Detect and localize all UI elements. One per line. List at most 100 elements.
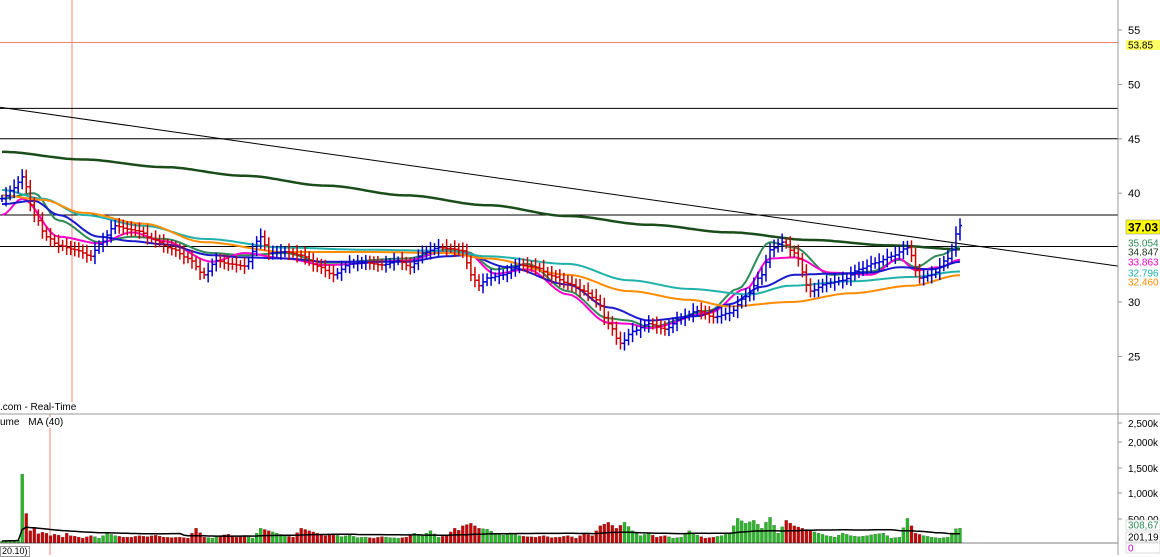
price-bar bbox=[553, 270, 558, 283]
price-bar bbox=[634, 325, 639, 336]
volume-bar bbox=[824, 535, 829, 544]
volume-bar bbox=[384, 536, 388, 544]
volume-bar bbox=[162, 536, 166, 544]
volume-bar bbox=[533, 536, 538, 544]
volume-bar bbox=[81, 537, 85, 544]
volume-bar bbox=[780, 526, 784, 544]
volume-bar bbox=[331, 533, 336, 544]
volume-bar bbox=[639, 535, 643, 544]
volume-tick-label: 1,000k bbox=[1128, 489, 1159, 500]
volume-bar bbox=[820, 534, 825, 544]
volume-bar bbox=[343, 535, 348, 544]
stock-chart[interactable]: 55504540302553.8537.0335.05434.84733.863… bbox=[0, 0, 1160, 555]
price-bar bbox=[40, 212, 45, 239]
volume-bar bbox=[667, 536, 671, 544]
volume-bar bbox=[234, 536, 239, 544]
volume-bar bbox=[73, 535, 77, 544]
price-bar bbox=[72, 241, 77, 257]
volume-bar bbox=[145, 536, 150, 544]
moving-average-line-ma_green bbox=[1, 192, 961, 329]
volume-bar bbox=[711, 536, 716, 544]
price-bar bbox=[16, 176, 21, 194]
price-bar bbox=[92, 241, 97, 265]
volume-bar bbox=[469, 523, 473, 544]
price-bar bbox=[472, 266, 477, 288]
price-bar bbox=[569, 275, 574, 292]
moving-average-line-ma_magenta bbox=[1, 197, 961, 330]
volume-bar bbox=[408, 534, 412, 544]
volume-tick-label: 1,500k bbox=[1128, 464, 1159, 475]
volume-bar bbox=[610, 525, 615, 544]
volume-bar bbox=[117, 536, 121, 544]
volume-bar bbox=[174, 537, 178, 544]
volume-bar bbox=[748, 521, 752, 544]
price-bar bbox=[848, 266, 853, 286]
price-bar bbox=[881, 255, 886, 266]
price-bar bbox=[776, 238, 781, 253]
volume-bar bbox=[287, 536, 291, 544]
volume-bar bbox=[517, 535, 522, 544]
volume-bar bbox=[497, 533, 501, 544]
volume-bar bbox=[877, 533, 881, 544]
volume-bar bbox=[400, 537, 404, 544]
volume-bar bbox=[558, 536, 562, 544]
volume-bar bbox=[857, 536, 861, 544]
volume-bar bbox=[861, 535, 865, 544]
volume-bar bbox=[582, 533, 586, 544]
volume-bar bbox=[198, 532, 202, 544]
volume-bar bbox=[121, 536, 125, 544]
volume-bar bbox=[736, 518, 740, 544]
price-bar bbox=[206, 262, 211, 283]
price-bar bbox=[941, 255, 946, 272]
price-badge-label: 37.03 bbox=[1128, 221, 1158, 235]
price-tick-label: 45 bbox=[1128, 134, 1140, 146]
volume-bar bbox=[509, 533, 513, 544]
volume-bar bbox=[643, 534, 647, 544]
volume-bar bbox=[396, 537, 400, 544]
volume-bar bbox=[255, 533, 259, 544]
price-bar bbox=[501, 269, 506, 281]
volume-bar bbox=[485, 529, 489, 544]
volume-bar bbox=[137, 535, 142, 544]
volume-bar bbox=[546, 536, 550, 544]
volume-bar bbox=[40, 532, 45, 544]
price-bar bbox=[844, 273, 849, 285]
volume-bar bbox=[347, 534, 352, 544]
volume-bar bbox=[626, 526, 631, 544]
volume-bar bbox=[865, 535, 869, 544]
volume-bar bbox=[444, 535, 449, 544]
volume-bar bbox=[525, 536, 530, 544]
volume-bar bbox=[889, 537, 893, 544]
volume-bar bbox=[828, 536, 833, 544]
volume-bar bbox=[214, 536, 218, 544]
volume-bar bbox=[885, 535, 889, 544]
volume-bar bbox=[930, 536, 934, 544]
volume-bar bbox=[699, 536, 703, 544]
volume-bar bbox=[853, 535, 857, 544]
volume-bar bbox=[772, 525, 776, 544]
volume-bar bbox=[380, 536, 384, 544]
volume-bar bbox=[97, 537, 101, 544]
price-bar bbox=[335, 267, 340, 280]
volume-bar bbox=[283, 535, 287, 544]
volume-bar bbox=[537, 536, 542, 544]
volume-bar bbox=[881, 533, 885, 544]
volume-bar bbox=[792, 525, 796, 544]
price-badge-label: 33.863 bbox=[1128, 258, 1159, 269]
price-bar bbox=[262, 230, 267, 251]
price-bar bbox=[234, 255, 239, 273]
volume-bar bbox=[562, 536, 566, 544]
volume-bar bbox=[125, 536, 129, 544]
volume-bar bbox=[69, 535, 73, 544]
price-bar bbox=[816, 279, 821, 297]
volume-bar bbox=[934, 537, 938, 544]
volume-bar bbox=[756, 524, 760, 544]
volume-bar bbox=[182, 537, 186, 544]
volume-bar bbox=[926, 536, 930, 544]
volume-bar bbox=[598, 525, 602, 544]
volume-bar bbox=[501, 534, 505, 544]
volume-bar bbox=[570, 536, 574, 544]
volume-bar bbox=[238, 536, 243, 544]
price-bar bbox=[371, 256, 376, 271]
volume-bar bbox=[44, 533, 49, 544]
